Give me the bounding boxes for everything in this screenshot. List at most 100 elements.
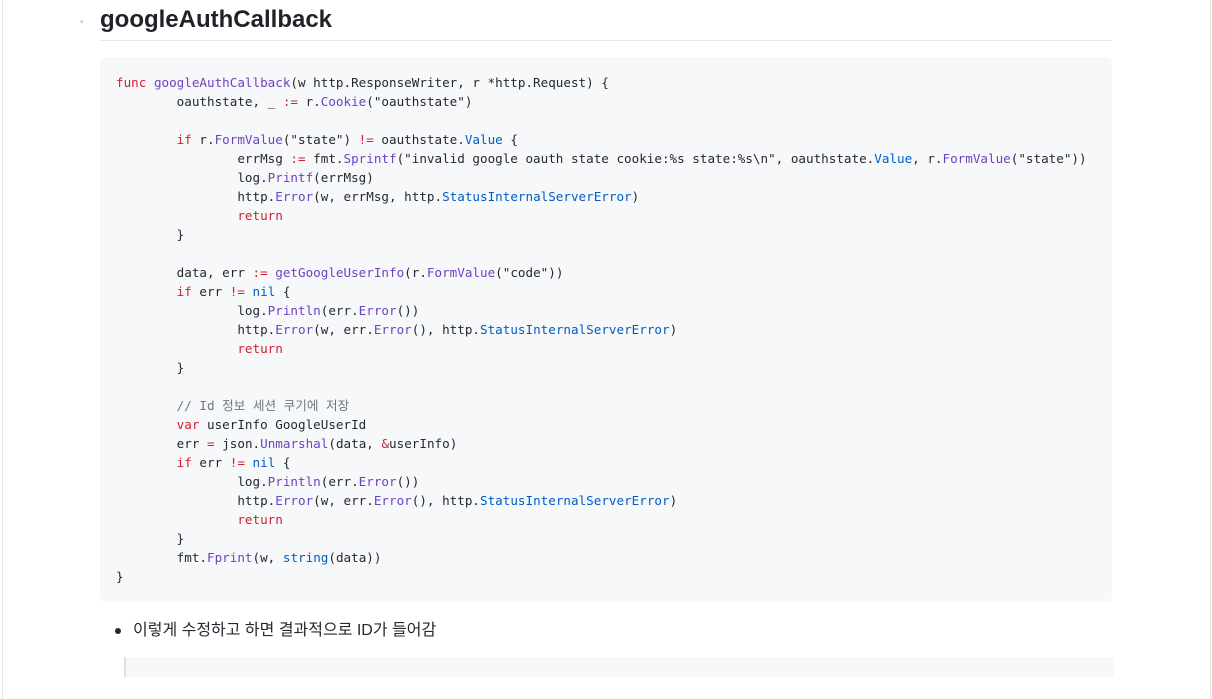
code-token: ("invalid google oauth state cookie:%s s… bbox=[396, 151, 875, 166]
code-token: ("state") bbox=[282, 132, 359, 147]
code-text: func googleAuthCallback(w http.ResponseW… bbox=[116, 73, 1096, 586]
code-token: fmt. bbox=[116, 550, 208, 565]
code-token: ) bbox=[631, 189, 640, 204]
code-token: if bbox=[176, 455, 192, 470]
bullet-dot bbox=[115, 628, 121, 634]
code-line: http.Error(w, errMsg, http.StatusInterna… bbox=[116, 187, 1096, 206]
code-token: StatusInternalServerError bbox=[480, 493, 670, 508]
code-token: Error bbox=[358, 303, 397, 318]
code-token: Error bbox=[275, 189, 314, 204]
code-token: StatusInternalServerError bbox=[442, 189, 632, 204]
code-token: (w, err. bbox=[313, 322, 374, 337]
list-item-text: 이렇게 수정하고 하면 결과적으로 ID가 들어감 bbox=[133, 622, 437, 639]
code-token: FormValue bbox=[426, 265, 496, 280]
code-token: Println bbox=[267, 303, 321, 318]
code-token: & bbox=[381, 436, 390, 451]
code-token: } bbox=[116, 227, 185, 242]
code-token: FormValue bbox=[942, 151, 1011, 166]
code-token: Value bbox=[464, 132, 503, 147]
code-line: oauthstate, _ := r.Cookie("oauthstate") bbox=[116, 92, 1096, 111]
code-token: Println bbox=[267, 474, 321, 489]
code-line: func googleAuthCallback(w http.ResponseW… bbox=[116, 73, 1096, 92]
code-token: err bbox=[191, 455, 230, 470]
code-token: http. bbox=[116, 189, 276, 204]
code-token: ("state")) bbox=[1010, 151, 1087, 166]
code-token: var bbox=[176, 417, 200, 432]
code-token: return bbox=[237, 512, 283, 527]
code-line: http.Error(w, err.Error(), http.StatusIn… bbox=[116, 320, 1096, 339]
code-token: log. bbox=[116, 474, 268, 489]
code-line: var userInfo GoogleUserId bbox=[116, 415, 1096, 434]
code-token: log. bbox=[116, 303, 268, 318]
code-token: (err. bbox=[320, 303, 359, 318]
code-token: data, err bbox=[116, 265, 253, 280]
code-line: if err != nil { bbox=[116, 453, 1096, 472]
code-token: (data, bbox=[328, 436, 382, 451]
code-line: data, err := getGoogleUserInfo(r.FormVal… bbox=[116, 263, 1096, 282]
code-token: := bbox=[282, 94, 298, 109]
code-line: } bbox=[116, 358, 1096, 377]
code-token: Error bbox=[275, 322, 314, 337]
code-token: if bbox=[176, 284, 192, 299]
code-token: { bbox=[275, 455, 291, 470]
code-line: errMsg := fmt.Sprintf("invalid google oa… bbox=[116, 149, 1096, 168]
code-line: err = json.Unmarshal(data, &userInfo) bbox=[116, 434, 1096, 453]
code-token: != bbox=[229, 284, 245, 299]
code-line: } bbox=[116, 225, 1096, 244]
code-token: Error bbox=[358, 474, 397, 489]
code-token: { bbox=[502, 132, 518, 147]
code-block[interactable]: func googleAuthCallback(w http.ResponseW… bbox=[100, 57, 1112, 602]
code-token: Error bbox=[275, 493, 314, 508]
code-token: func bbox=[116, 75, 147, 90]
code-token: Error bbox=[373, 322, 412, 337]
code-token: := bbox=[290, 151, 306, 166]
next-code-block bbox=[124, 657, 1114, 677]
code-token: oauthstate. bbox=[373, 132, 465, 147]
code-line: } bbox=[116, 567, 1096, 586]
code-token: getGoogleUserInfo bbox=[275, 265, 405, 280]
code-token: != bbox=[229, 455, 245, 470]
code-token: := bbox=[252, 265, 268, 280]
code-token: (w, err. bbox=[313, 493, 374, 508]
heading-anchor-icon: • bbox=[80, 17, 84, 28]
code-token: { bbox=[275, 284, 291, 299]
code-token: userInfo) bbox=[389, 436, 458, 451]
code-token: r. bbox=[298, 94, 321, 109]
code-token: } bbox=[116, 531, 185, 546]
code-line: return bbox=[116, 339, 1096, 358]
code-token: r. bbox=[191, 132, 215, 147]
code-token: StatusInternalServerError bbox=[480, 322, 670, 337]
code-token: return bbox=[237, 341, 283, 356]
code-line: if r.FormValue("state") != oauthstate.Va… bbox=[116, 130, 1096, 149]
code-token: (err. bbox=[320, 474, 359, 489]
code-token: json. bbox=[214, 436, 261, 451]
code-line: http.Error(w, err.Error(), http.StatusIn… bbox=[116, 491, 1096, 510]
list-item: 이렇게 수정하고 하면 결과적으로 ID가 들어감 bbox=[112, 620, 436, 642]
code-token: userInfo GoogleUserId bbox=[199, 417, 367, 432]
code-token: (), http. bbox=[411, 493, 481, 508]
code-line: log.Printf(errMsg) bbox=[116, 168, 1096, 187]
code-token: err bbox=[191, 284, 230, 299]
code-token: FormValue bbox=[214, 132, 283, 147]
code-token: oauthstate, _ bbox=[116, 94, 283, 109]
code-token: Error bbox=[373, 493, 412, 508]
code-token: (r. bbox=[404, 265, 427, 280]
code-token: fmt. bbox=[305, 151, 344, 166]
code-token: (), http. bbox=[411, 322, 481, 337]
code-token: ) bbox=[669, 322, 678, 337]
code-token: nil bbox=[252, 455, 276, 470]
code-line: // Id 정보 세션 쿠기에 저장 bbox=[116, 396, 1096, 415]
code-token: , r. bbox=[912, 151, 943, 166]
code-token: log. bbox=[116, 170, 268, 185]
code-token: googleAuthCallback bbox=[153, 75, 291, 90]
code-token: } bbox=[116, 569, 124, 584]
